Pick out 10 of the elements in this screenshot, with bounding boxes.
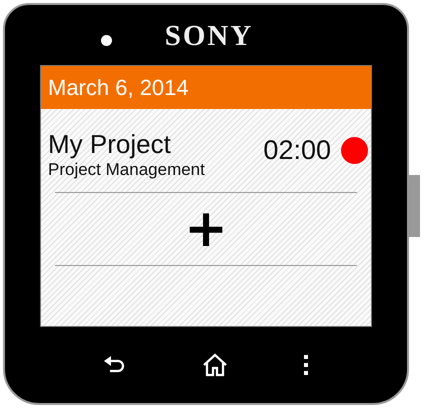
home-icon[interactable] bbox=[202, 353, 228, 377]
menu-icon[interactable] bbox=[303, 355, 310, 375]
date-header: March 6, 2014 bbox=[41, 66, 371, 109]
add-button[interactable]: + bbox=[55, 193, 357, 266]
project-category: Project Management bbox=[48, 158, 206, 180]
project-name[interactable]: My Project bbox=[48, 128, 264, 158]
back-icon[interactable] bbox=[102, 355, 127, 375]
brand-logo: SONY bbox=[164, 20, 254, 52]
camera-dot bbox=[101, 35, 112, 46]
timer-text: 02:00 bbox=[263, 135, 331, 166]
